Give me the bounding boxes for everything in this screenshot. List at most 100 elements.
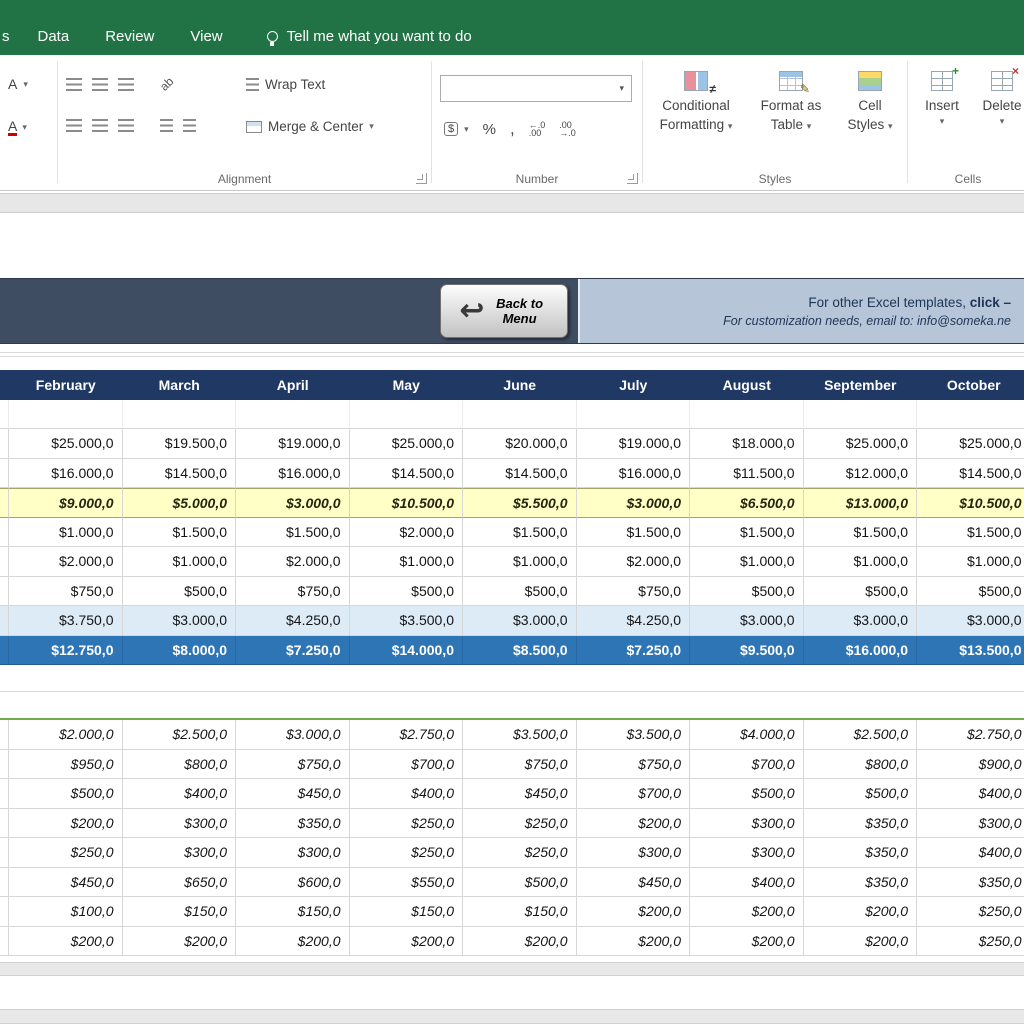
value-cell[interactable]: $25.000,0: [9, 429, 123, 459]
clipped-cell[interactable]: [0, 927, 9, 957]
month-header-cell[interactable]: July: [577, 370, 691, 400]
value-cell[interactable]: $750,0: [463, 750, 577, 780]
align-bottom-icon[interactable]: [118, 78, 134, 91]
value-cell[interactable]: $200,0: [804, 897, 918, 927]
clipped-cell[interactable]: [0, 750, 9, 780]
month-header-cell[interactable]: September: [804, 370, 918, 400]
wrap-text-button[interactable]: Wrap Text: [246, 77, 325, 92]
value-cell[interactable]: $1.000,0: [690, 547, 804, 577]
month-header-cell[interactable]: March: [123, 370, 237, 400]
month-header-cell[interactable]: August: [690, 370, 804, 400]
value-cell[interactable]: $2.000,0: [9, 720, 123, 750]
value-cell[interactable]: $2.000,0: [236, 547, 350, 577]
value-cell[interactable]: $19.000,0: [577, 429, 691, 459]
value-cell[interactable]: $500,0: [917, 577, 1024, 607]
value-cell[interactable]: $3.500,0: [350, 606, 464, 636]
value-cell[interactable]: $750,0: [577, 577, 691, 607]
value-cell[interactable]: $400,0: [690, 868, 804, 898]
value-cell[interactable]: $7.250,0: [236, 636, 350, 666]
value-cell[interactable]: $7.250,0: [577, 636, 691, 666]
value-cell[interactable]: $450,0: [9, 868, 123, 898]
value-cell[interactable]: $400,0: [917, 779, 1024, 809]
value-cell[interactable]: $250,0: [463, 838, 577, 868]
value-cell[interactable]: $10.500,0: [917, 488, 1024, 518]
value-cell[interactable]: $500,0: [804, 779, 918, 809]
value-cell[interactable]: $700,0: [577, 779, 691, 809]
align-top-icon[interactable]: [66, 78, 82, 91]
value-cell[interactable]: $4.250,0: [577, 606, 691, 636]
value-cell[interactable]: $900,0: [917, 750, 1024, 780]
decrease-indent-icon[interactable]: [160, 119, 173, 132]
value-cell[interactable]: $500,0: [350, 577, 464, 607]
value-cell[interactable]: $400,0: [917, 838, 1024, 868]
value-cell[interactable]: $1.000,0: [350, 547, 464, 577]
clipped-cell[interactable]: [0, 779, 9, 809]
clipped-cell[interactable]: [0, 459, 9, 489]
clipped-cell[interactable]: [0, 400, 9, 430]
value-cell[interactable]: $2.750,0: [917, 720, 1024, 750]
value-cell[interactable]: $250,0: [350, 838, 464, 868]
value-cell[interactable]: $13.500,0: [917, 636, 1024, 666]
value-cell[interactable]: $1.500,0: [123, 518, 237, 548]
tab-view[interactable]: View: [172, 28, 240, 45]
clipped-cell[interactable]: [0, 488, 9, 518]
value-cell[interactable]: $100,0: [9, 897, 123, 927]
value-cell[interactable]: $150,0: [463, 897, 577, 927]
value-cell[interactable]: $700,0: [690, 750, 804, 780]
value-cell[interactable]: $3.000,0: [804, 606, 918, 636]
value-cell[interactable]: $250,0: [917, 897, 1024, 927]
value-cell[interactable]: $14.500,0: [350, 459, 464, 489]
value-cell[interactable]: $300,0: [917, 809, 1024, 839]
value-cell[interactable]: $3.000,0: [236, 720, 350, 750]
align-middle-icon[interactable]: [92, 78, 108, 91]
value-cell[interactable]: $200,0: [350, 927, 464, 957]
value-cell[interactable]: $16.000,0: [804, 636, 918, 666]
clipped-header-cell[interactable]: [0, 370, 9, 400]
value-cell[interactable]: $1.500,0: [804, 518, 918, 548]
value-cell[interactable]: $350,0: [804, 838, 918, 868]
increase-indent-icon[interactable]: [183, 119, 196, 132]
chevron-down-icon[interactable]: ▾: [22, 122, 27, 133]
value-cell[interactable]: $950,0: [9, 750, 123, 780]
value-cell[interactable]: $1.500,0: [690, 518, 804, 548]
value-cell[interactable]: $200,0: [463, 927, 577, 957]
value-cell[interactable]: $800,0: [804, 750, 918, 780]
empty-cell[interactable]: [577, 400, 691, 430]
value-cell[interactable]: $14.500,0: [123, 459, 237, 489]
value-cell[interactable]: $2.750,0: [350, 720, 464, 750]
value-cell[interactable]: $2.000,0: [350, 518, 464, 548]
value-cell[interactable]: $200,0: [123, 927, 237, 957]
value-cell[interactable]: $450,0: [463, 779, 577, 809]
value-cell[interactable]: $1.000,0: [463, 547, 577, 577]
value-cell[interactable]: $19.500,0: [123, 429, 237, 459]
month-header-cell[interactable]: April: [236, 370, 350, 400]
empty-cell[interactable]: [463, 400, 577, 430]
empty-cell[interactable]: [236, 400, 350, 430]
value-cell[interactable]: $4.000,0: [690, 720, 804, 750]
value-cell[interactable]: $300,0: [577, 838, 691, 868]
clipped-cell[interactable]: [0, 606, 9, 636]
value-cell[interactable]: $200,0: [577, 897, 691, 927]
value-cell[interactable]: $14.500,0: [917, 459, 1024, 489]
value-cell[interactable]: $300,0: [123, 838, 237, 868]
value-cell[interactable]: $500,0: [690, 779, 804, 809]
value-cell[interactable]: $400,0: [350, 779, 464, 809]
value-cell[interactable]: $300,0: [123, 809, 237, 839]
value-cell[interactable]: $150,0: [236, 897, 350, 927]
value-cell[interactable]: $500,0: [9, 779, 123, 809]
empty-cell[interactable]: [917, 400, 1024, 430]
comma-style-button[interactable]: ,: [510, 119, 515, 139]
value-cell[interactable]: $1.000,0: [9, 518, 123, 548]
value-cell[interactable]: $3.500,0: [577, 720, 691, 750]
value-cell[interactable]: $150,0: [123, 897, 237, 927]
value-cell[interactable]: $3.500,0: [463, 720, 577, 750]
value-cell[interactable]: $12.750,0: [9, 636, 123, 666]
value-cell[interactable]: $1.000,0: [804, 547, 918, 577]
value-cell[interactable]: $13.000,0: [804, 488, 918, 518]
value-cell[interactable]: $450,0: [236, 779, 350, 809]
value-cell[interactable]: $1.500,0: [917, 518, 1024, 548]
value-cell[interactable]: $14.500,0: [463, 459, 577, 489]
clipped-cell[interactable]: [0, 838, 9, 868]
value-cell[interactable]: $3.750,0: [9, 606, 123, 636]
value-cell[interactable]: $2.500,0: [123, 720, 237, 750]
